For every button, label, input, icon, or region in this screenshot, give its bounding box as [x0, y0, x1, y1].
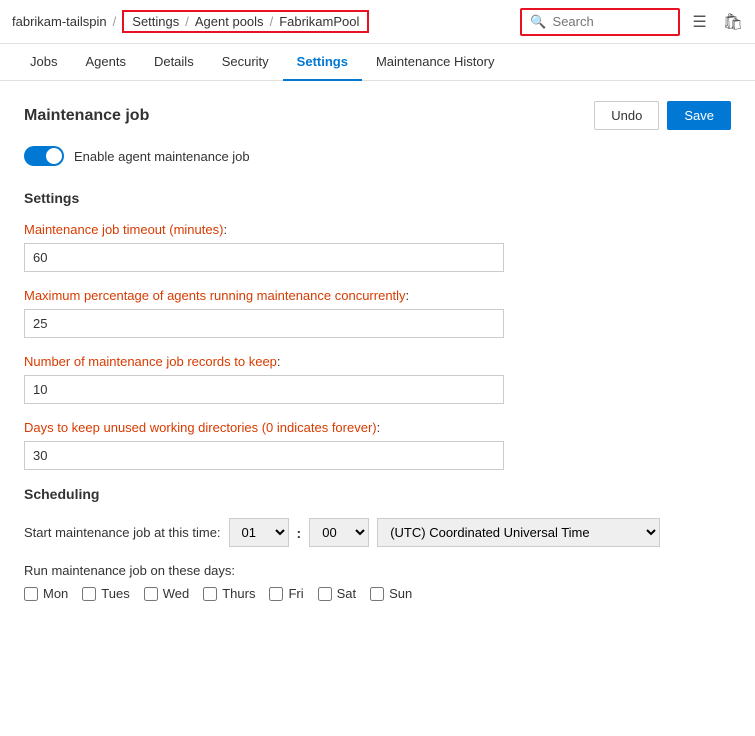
section-header-row: Maintenance job Undo Save [24, 101, 731, 130]
day-label-tues: Tues [101, 586, 129, 601]
toggle-knob [46, 148, 62, 164]
run-days-label: Run maintenance job on these days: [24, 563, 731, 578]
field-max-percent: Maximum percentage of agents running mai… [24, 288, 731, 338]
label-colon-timeout: : [223, 222, 227, 237]
minute-select[interactable]: 00 15 30 45 [309, 518, 369, 547]
field-days-keep: Days to keep unused working directories … [24, 420, 731, 470]
day-label-sat: Sat [337, 586, 357, 601]
undo-button[interactable]: Undo [594, 101, 659, 130]
day-mon[interactable]: Mon [24, 586, 68, 601]
search-input[interactable] [553, 14, 671, 29]
day-label-wed: Wed [163, 586, 190, 601]
day-wed[interactable]: Wed [144, 586, 190, 601]
start-time-label: Start maintenance job at this time: [24, 525, 221, 540]
enable-maintenance-toggle[interactable] [24, 146, 64, 166]
save-button[interactable]: Save [667, 101, 731, 130]
tab-jobs[interactable]: Jobs [16, 44, 71, 81]
label-max-percent: Maximum percentage of agents running mai… [24, 288, 731, 303]
action-buttons: Undo Save [594, 101, 731, 130]
main-content: Maintenance job Undo Save Enable agent m… [0, 81, 755, 621]
run-days-section: Run maintenance job on these days: Mon T… [24, 563, 731, 601]
breadcrumb-pool[interactable]: FabrikamPool [279, 14, 359, 29]
top-bar: fabrikam-tailspin / Settings / Agent poo… [0, 0, 755, 44]
label-orange-records: Number of maintenance job records to kee… [24, 354, 277, 369]
field-timeout: Maintenance job timeout (minutes): [24, 222, 731, 272]
breadcrumb-sep2: / [185, 14, 189, 29]
day-fri[interactable]: Fri [269, 586, 303, 601]
day-sat[interactable]: Sat [318, 586, 357, 601]
input-max-percent[interactable] [24, 309, 504, 338]
day-label-fri: Fri [288, 586, 303, 601]
tab-security[interactable]: Security [208, 44, 283, 81]
input-records[interactable] [24, 375, 504, 404]
settings-section-heading: Settings [24, 190, 731, 206]
checkbox-thurs[interactable] [203, 587, 217, 601]
search-icon: 🔍 [530, 14, 546, 30]
label-colon-records: : [277, 354, 281, 369]
checkbox-sun[interactable] [370, 587, 384, 601]
field-records: Number of maintenance job records to kee… [24, 354, 731, 404]
label-orange-days-keep: Days to keep unused working directories … [24, 420, 377, 435]
label-colon-max-percent: : [406, 288, 410, 303]
label-records: Number of maintenance job records to kee… [24, 354, 731, 369]
tab-agents[interactable]: Agents [71, 44, 139, 81]
time-separator: : [297, 525, 302, 541]
scheduling-heading: Scheduling [24, 486, 731, 502]
breadcrumb-sep1: / [113, 14, 117, 29]
hour-select[interactable]: 01 02 03 04 05 06 07 08 09 10 11 12 [229, 518, 289, 547]
checkbox-fri[interactable] [269, 587, 283, 601]
checkbox-tues[interactable] [82, 587, 96, 601]
label-timeout: Maintenance job timeout (minutes): [24, 222, 731, 237]
breadcrumb-highlighted: Settings / Agent pools / FabrikamPool [122, 10, 369, 33]
day-sun[interactable]: Sun [370, 586, 412, 601]
day-tues[interactable]: Tues [82, 586, 129, 601]
top-bar-icons: ☰ 🛍 [692, 12, 743, 32]
breadcrumb-settings[interactable]: Settings [132, 14, 179, 29]
day-label-mon: Mon [43, 586, 68, 601]
toggle-label: Enable agent maintenance job [74, 149, 250, 164]
breadcrumb-sep3: / [270, 14, 274, 29]
tab-nav: Jobs Agents Details Security Settings Ma… [0, 44, 755, 81]
label-colon-days-keep: : [377, 420, 381, 435]
time-row: Start maintenance job at this time: 01 0… [24, 518, 731, 547]
breadcrumb-agent-pools[interactable]: Agent pools [195, 14, 264, 29]
tab-maintenance-history[interactable]: Maintenance History [362, 44, 509, 81]
label-orange-timeout: Maintenance job timeout (minutes) [24, 222, 223, 237]
label-orange-max-percent: Maximum percentage of agents running mai… [24, 288, 406, 303]
day-label-thurs: Thurs [222, 586, 255, 601]
label-days-keep: Days to keep unused working directories … [24, 420, 731, 435]
checkbox-wed[interactable] [144, 587, 158, 601]
maintenance-job-title: Maintenance job [24, 107, 149, 125]
days-row: Mon Tues Wed Thurs Fri Sat [24, 586, 731, 601]
breadcrumb: fabrikam-tailspin / Settings / Agent poo… [12, 10, 520, 33]
tab-settings[interactable]: Settings [283, 44, 362, 81]
toggle-row: Enable agent maintenance job [24, 146, 731, 166]
checkbox-mon[interactable] [24, 587, 38, 601]
bag-icon[interactable]: 🛍 [723, 12, 743, 32]
list-icon[interactable]: ☰ [692, 12, 706, 32]
day-thurs[interactable]: Thurs [203, 586, 255, 601]
day-label-sun: Sun [389, 586, 412, 601]
tab-details[interactable]: Details [140, 44, 208, 81]
checkbox-sat[interactable] [318, 587, 332, 601]
input-days-keep[interactable] [24, 441, 504, 470]
breadcrumb-org[interactable]: fabrikam-tailspin [12, 14, 107, 29]
input-timeout[interactable] [24, 243, 504, 272]
timezone-select[interactable]: (UTC) Coordinated Universal Time (UTC-05… [377, 518, 660, 547]
search-box[interactable]: 🔍 [520, 8, 680, 36]
